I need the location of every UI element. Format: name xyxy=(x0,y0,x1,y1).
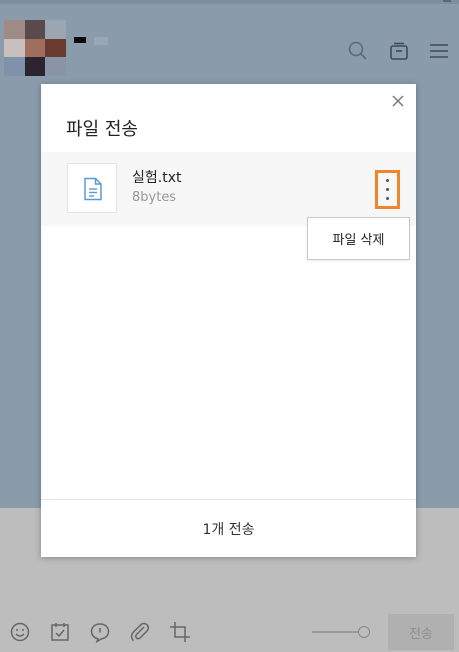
chat-room-name xyxy=(74,37,86,43)
chat-avatar[interactable] xyxy=(4,20,66,76)
more-options-button[interactable] xyxy=(375,170,400,209)
calendar-check-icon[interactable] xyxy=(49,621,71,643)
crop-icon[interactable] xyxy=(169,621,191,643)
file-size: 8bytes xyxy=(132,190,177,205)
chat-room-member-count xyxy=(94,37,108,45)
paperclip-icon[interactable] xyxy=(129,621,151,643)
send-message-button[interactable]: 전송 xyxy=(388,614,454,650)
send-files-button[interactable]: 1개 전송 xyxy=(41,499,416,557)
search-icon[interactable] xyxy=(347,40,369,62)
close-icon[interactable] xyxy=(389,92,407,110)
more-dot xyxy=(386,188,389,191)
file-thumbnail xyxy=(67,163,117,213)
more-dot xyxy=(386,179,389,182)
window-minimize-mark[interactable] xyxy=(443,0,451,2)
dialog-title: 파일 전송 xyxy=(66,119,138,140)
chat-bubble-icon[interactable] xyxy=(89,621,111,644)
menu-icon[interactable] xyxy=(428,40,450,62)
document-icon xyxy=(84,177,102,201)
file-list-item[interactable]: 실험.txt 8bytes xyxy=(41,152,416,226)
file-name: 실험.txt xyxy=(132,170,182,186)
emoticon-icon[interactable] xyxy=(9,621,31,643)
window-top-strip xyxy=(0,0,459,4)
more-dot xyxy=(386,197,389,200)
file-transfer-dialog: 파일 전송 실험.txt 8bytes 파일 삭제 1개 전송 xyxy=(41,84,416,557)
drawer-icon[interactable] xyxy=(388,40,410,62)
delete-file-menu-item[interactable]: 파일 삭제 xyxy=(307,217,410,260)
transparency-slider-handle[interactable] xyxy=(358,626,370,638)
